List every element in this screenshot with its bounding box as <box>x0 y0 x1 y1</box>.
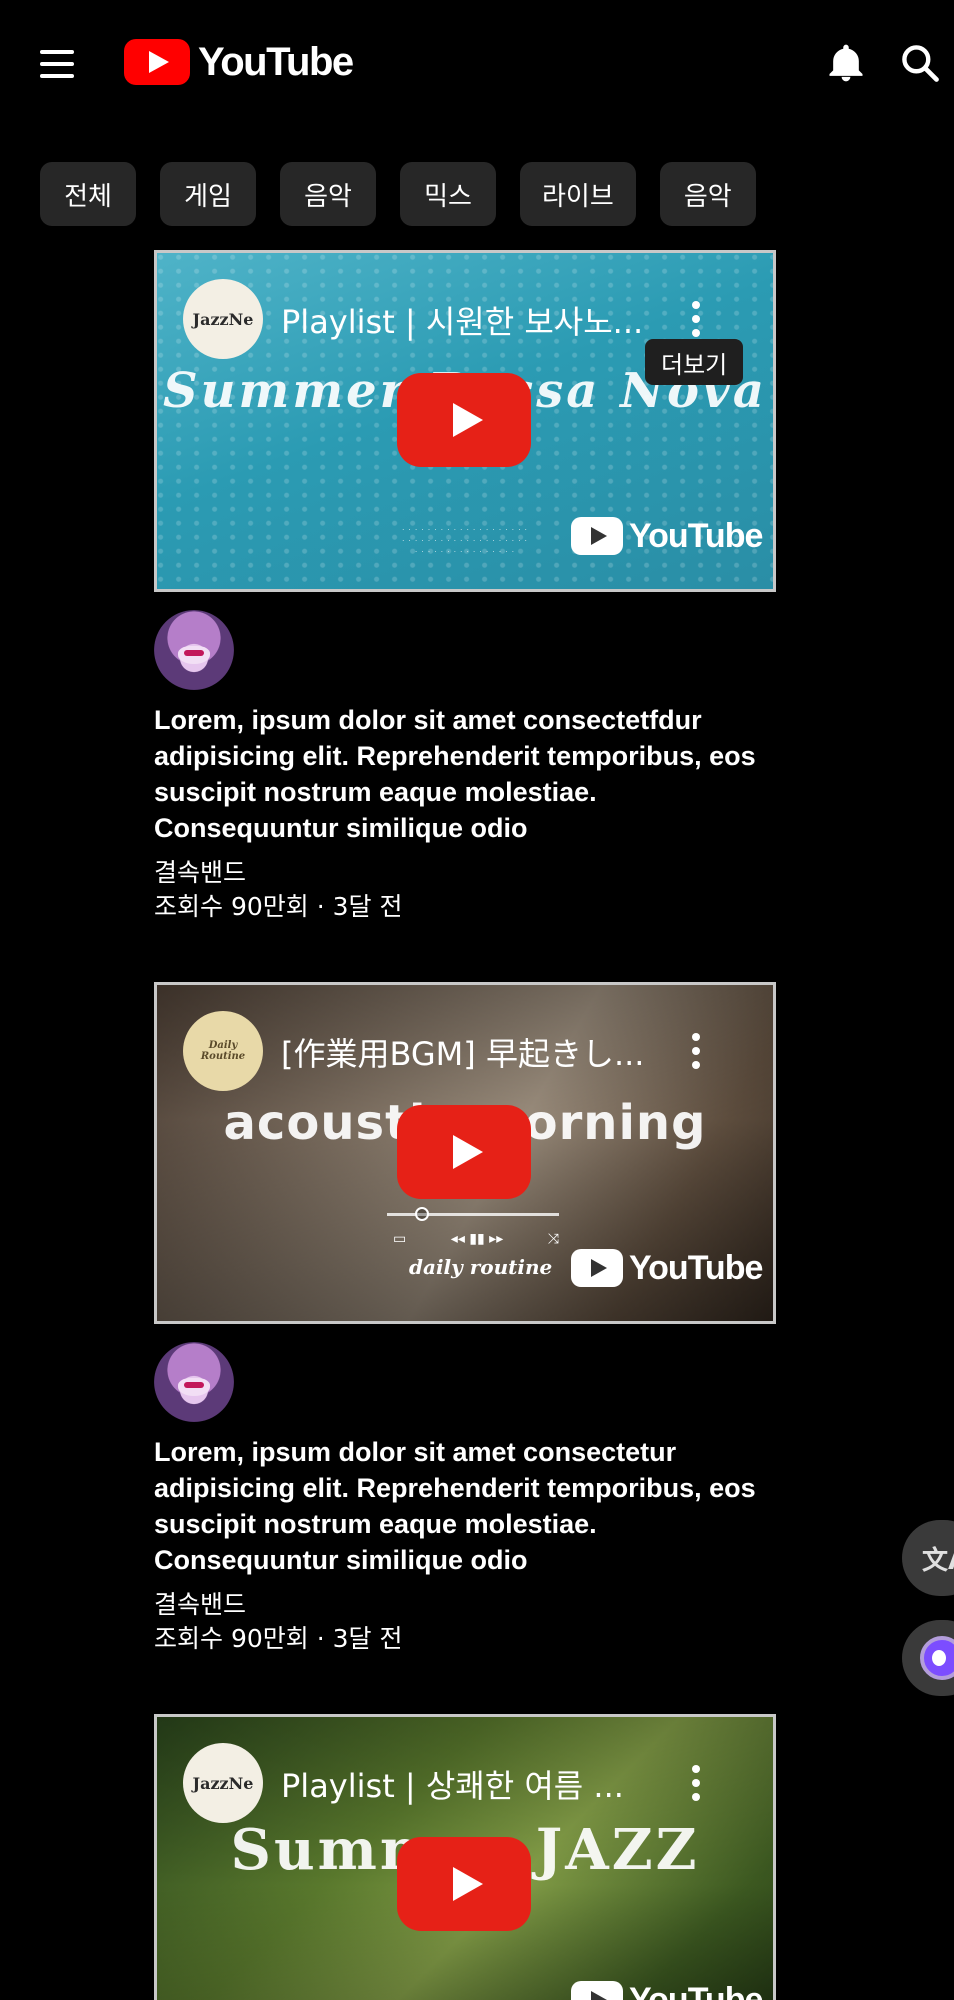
youtube-watermark-icon <box>571 517 623 555</box>
video-thumbnail[interactable]: acoustic morning ▭ ◂◂ ▮▮ ▸▸ ⤨ daily routin… <box>154 982 776 1324</box>
top-app-bar: YouTube <box>0 0 954 126</box>
assistant-icon[interactable] <box>902 1620 954 1696</box>
video-title[interactable]: Lorem, ipsum dolor sit amet consectetur … <box>154 1434 776 1578</box>
thumbnail-subtext: daily routine <box>409 1255 553 1279</box>
more-vert-icon[interactable] <box>681 1029 711 1073</box>
category-chips: 전체 게임 음악 믹스 라이브 음악 <box>40 162 756 226</box>
search-icon[interactable] <box>898 40 942 86</box>
thumbnail-channel-avatar[interactable]: JazzNe <box>183 1743 263 1823</box>
youtube-watermark[interactable]: YouTube <box>571 1245 763 1291</box>
chip-live[interactable]: 라이브 <box>520 162 636 226</box>
video-thumbnail[interactable]: Summer JAZZ JazzNe Playlist | 상쾌한 여름 ...… <box>154 1714 776 2000</box>
chip-music-2[interactable]: 음악 <box>659 162 756 226</box>
video-meta: Lorem, ipsum dolor sit amet consectetfdu… <box>154 592 776 924</box>
more-vert-icon[interactable] <box>681 1761 711 1805</box>
channel-name[interactable]: 결속밴드 <box>154 1588 776 1622</box>
youtube-watermark[interactable]: YouTube <box>571 1977 763 2000</box>
play-icon[interactable] <box>397 1105 531 1199</box>
thumbnail-channel-avatar[interactable]: Daily Routine <box>183 1011 263 1091</box>
youtube-watermark[interactable]: YouTube <box>571 513 763 559</box>
video-stats: 조회수 90만회 · 3달 전 <box>154 892 403 921</box>
chip-mix[interactable]: 믹스 <box>400 162 496 226</box>
channel-name[interactable]: 결속밴드 <box>154 856 776 890</box>
video-card: Summer Bossa Nova · · · · · · · · · · · … <box>154 250 776 924</box>
more-tooltip: 더보기 <box>645 339 744 385</box>
chip-gaming[interactable]: 게임 <box>160 162 256 226</box>
video-stats: 조회수 90만회 · 3달 전 <box>154 1624 403 1653</box>
video-card: acoustic morning ▭ ◂◂ ▮▮ ▸▸ ⤨ daily routin… <box>154 982 776 1656</box>
thumbnail-channel-avatar[interactable]: JazzNe <box>183 279 263 359</box>
chip-music[interactable]: 음악 <box>280 162 376 226</box>
thumbnail-progress-line <box>387 1213 559 1216</box>
translate-icon[interactable]: 文A <box>902 1520 954 1596</box>
youtube-watermark-text: YouTube <box>629 1980 763 2000</box>
chip-all[interactable]: 전체 <box>40 162 136 226</box>
thumbnail-video-title[interactable]: [作業用BGM] 早起きし... <box>281 1029 661 1075</box>
channel-avatar[interactable] <box>154 610 234 690</box>
youtube-watermark-text: YouTube <box>629 1248 763 1287</box>
play-icon[interactable] <box>397 1837 531 1931</box>
thumbnail-video-title[interactable]: Playlist | 시원한 보사노... <box>281 297 661 343</box>
menu-icon[interactable] <box>36 44 80 84</box>
youtube-mobile-page: YouTube 전체 게임 음악 믹스 라이브 음악 Summer Bossa … <box>0 0 954 2000</box>
thumbnail-video-title[interactable]: Playlist | 상쾌한 여름 ... <box>281 1761 661 1807</box>
youtube-watermark-icon <box>571 1981 623 2000</box>
video-card: Summer JAZZ JazzNe Playlist | 상쾌한 여름 ...… <box>154 1714 776 2000</box>
youtube-play-logo-icon <box>124 39 190 85</box>
channel-avatar[interactable] <box>154 1342 234 1422</box>
youtube-watermark-icon <box>571 1249 623 1287</box>
play-icon[interactable] <box>397 373 531 467</box>
translate-label: 文A <box>922 1545 954 1576</box>
thumbnail-player-controls: ▭ ◂◂ ▮▮ ▸▸ ⤨ <box>393 1231 559 1247</box>
video-title[interactable]: Lorem, ipsum dolor sit amet consectetfdu… <box>154 702 776 846</box>
video-meta: Lorem, ipsum dolor sit amet consectetur … <box>154 1324 776 1656</box>
youtube-logo[interactable]: YouTube <box>124 36 354 88</box>
more-vert-icon[interactable] <box>681 297 711 341</box>
bell-icon[interactable] <box>824 40 868 86</box>
youtube-watermark-text: YouTube <box>629 516 763 555</box>
thumbnail-progress-knob <box>415 1207 429 1221</box>
youtube-logo-text: YouTube <box>198 39 354 84</box>
video-thumbnail[interactable]: Summer Bossa Nova · · · · · · · · · · · … <box>154 250 776 592</box>
